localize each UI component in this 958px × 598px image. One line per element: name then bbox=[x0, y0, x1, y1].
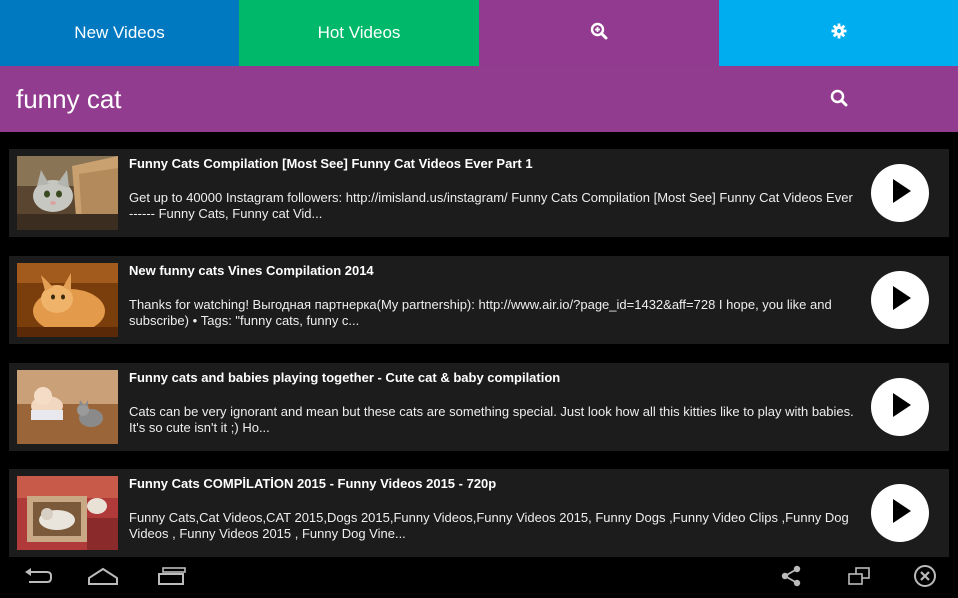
play-button[interactable] bbox=[871, 271, 929, 329]
video-title: Funny Cats Compilation [Most See] Funny … bbox=[129, 156, 533, 171]
tab-settings[interactable] bbox=[719, 0, 958, 66]
back-icon bbox=[23, 566, 53, 591]
video-description: Thanks for watching! Выгодная партнерка(… bbox=[129, 297, 832, 328]
search-bar: funny cat bbox=[0, 66, 958, 132]
video-item[interactable]: Funny Cats COMPİLATİON 2015 - Funny Vide… bbox=[9, 469, 949, 557]
video-description: Funny Cats,Cat Videos,CAT 2015,Dogs 2015… bbox=[129, 510, 849, 541]
video-thumbnail bbox=[17, 263, 118, 337]
close-button[interactable] bbox=[912, 564, 938, 593]
play-icon bbox=[885, 496, 915, 531]
search-button[interactable] bbox=[826, 87, 852, 113]
system-nav-bar bbox=[0, 557, 958, 598]
zoom-in-icon bbox=[590, 22, 608, 45]
gear-icon bbox=[831, 23, 847, 44]
video-thumbnail bbox=[17, 370, 118, 444]
video-item[interactable]: New funny cats Vines Compilation 2014 Th… bbox=[9, 256, 949, 344]
video-description: Get up to 40000 Instagram followers: htt… bbox=[129, 190, 853, 221]
tab-hot-videos-label: Hot Videos bbox=[317, 23, 401, 42]
window-icon bbox=[847, 566, 871, 591]
play-icon bbox=[885, 176, 915, 211]
home-button[interactable] bbox=[86, 566, 120, 590]
video-thumbnail bbox=[17, 476, 118, 550]
tab-new-videos-label: New Videos bbox=[74, 23, 165, 42]
window-button[interactable] bbox=[846, 566, 872, 590]
search-input[interactable]: funny cat bbox=[0, 84, 958, 115]
tab-new-videos[interactable]: New Videos bbox=[0, 0, 239, 66]
share-icon bbox=[780, 565, 802, 592]
tab-hot-videos[interactable]: Hot Videos bbox=[239, 0, 479, 66]
video-item[interactable]: Funny cats and babies playing together -… bbox=[9, 363, 949, 451]
play-icon bbox=[885, 283, 915, 318]
close-icon bbox=[913, 564, 937, 593]
video-list[interactable]: Funny Cats Compilation [Most See] Funny … bbox=[0, 132, 958, 557]
play-button[interactable] bbox=[871, 164, 929, 222]
recent-apps-icon bbox=[155, 566, 187, 591]
search-icon bbox=[830, 89, 848, 112]
video-description: Cats can be very ignorant and mean but t… bbox=[129, 404, 854, 435]
share-button[interactable] bbox=[778, 565, 804, 592]
video-title: Funny cats and babies playing together -… bbox=[129, 370, 561, 385]
video-title: New funny cats Vines Compilation 2014 bbox=[129, 263, 374, 278]
play-button[interactable] bbox=[871, 378, 929, 436]
video-title: Funny Cats COMPİLATİON 2015 - Funny Vide… bbox=[129, 476, 497, 491]
home-icon bbox=[87, 566, 119, 591]
tab-search[interactable] bbox=[479, 0, 719, 66]
tab-bar: New Videos Hot Videos bbox=[0, 0, 958, 66]
video-thumbnail bbox=[17, 156, 118, 230]
play-icon bbox=[885, 390, 915, 425]
video-item[interactable]: Funny Cats Compilation [Most See] Funny … bbox=[9, 149, 949, 237]
back-button[interactable] bbox=[22, 566, 54, 590]
recent-apps-button[interactable] bbox=[154, 566, 188, 590]
play-button[interactable] bbox=[871, 484, 929, 542]
